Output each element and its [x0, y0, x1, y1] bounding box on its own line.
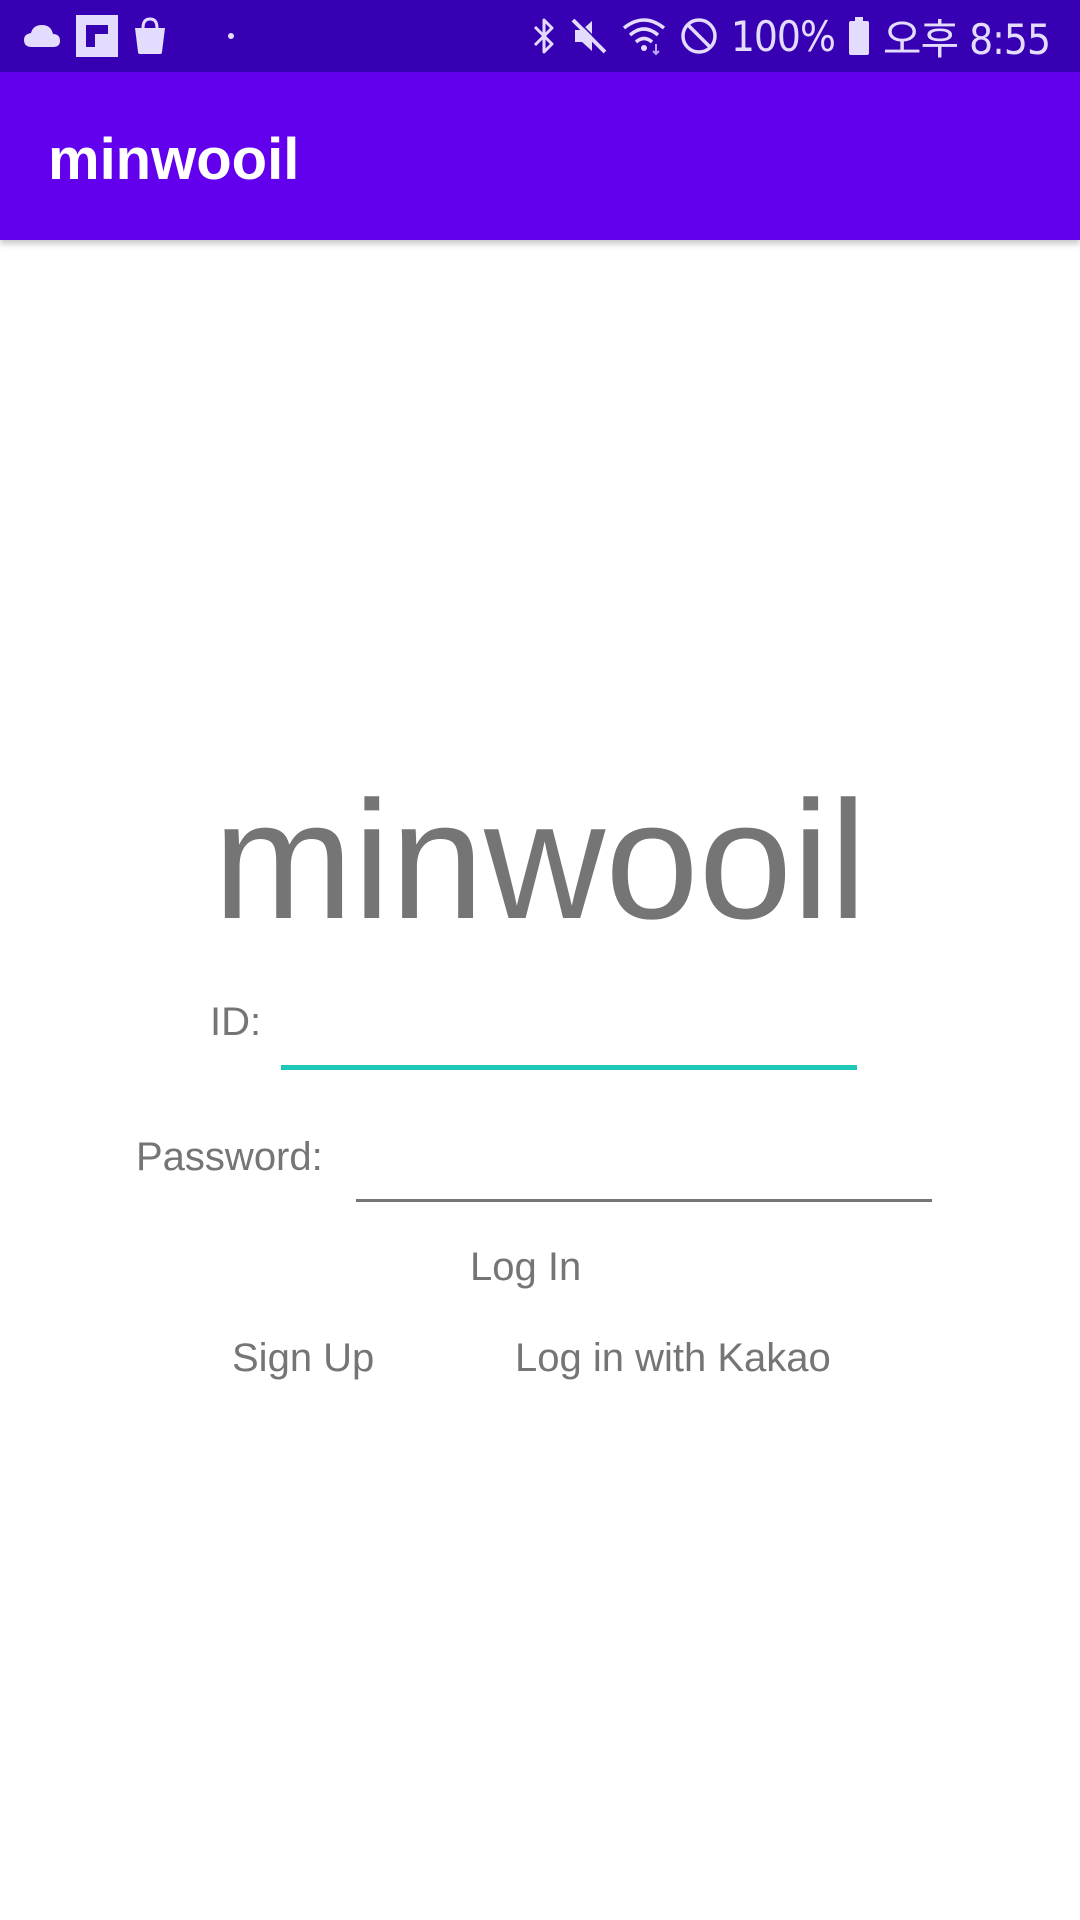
wifi-icon	[621, 16, 667, 56]
password-input[interactable]	[356, 1122, 932, 1202]
mute-icon	[569, 16, 609, 56]
id-label: ID:	[210, 1000, 262, 1044]
flipboard-icon	[76, 15, 118, 57]
bluetooth-icon	[531, 16, 557, 56]
sign-up-button[interactable]: Sign Up	[232, 1336, 374, 1381]
battery-icon	[847, 16, 871, 56]
status-bar: 100% 오후 8:55	[0, 0, 1080, 72]
clock: 오후 8:55	[882, 14, 1051, 64]
shopping-bag-icon	[132, 16, 168, 56]
do-not-disturb-icon	[679, 16, 719, 56]
system-icons: 100% 오후 8:55	[531, 10, 1051, 64]
dot-icon	[228, 33, 234, 39]
notification-icons	[22, 14, 234, 58]
login-button[interactable]: Log In	[470, 1245, 581, 1290]
cloud-icon	[22, 23, 62, 49]
brand-logo-text: minwooil	[213, 766, 867, 954]
app-title: minwooil	[48, 127, 300, 192]
app-bar: minwooil	[0, 72, 1080, 240]
id-input[interactable]	[281, 988, 857, 1070]
kakao-login-button[interactable]: Log in with Kakao	[515, 1336, 831, 1381]
password-label: Password:	[136, 1135, 323, 1179]
battery-percent: 100%	[730, 11, 836, 61]
